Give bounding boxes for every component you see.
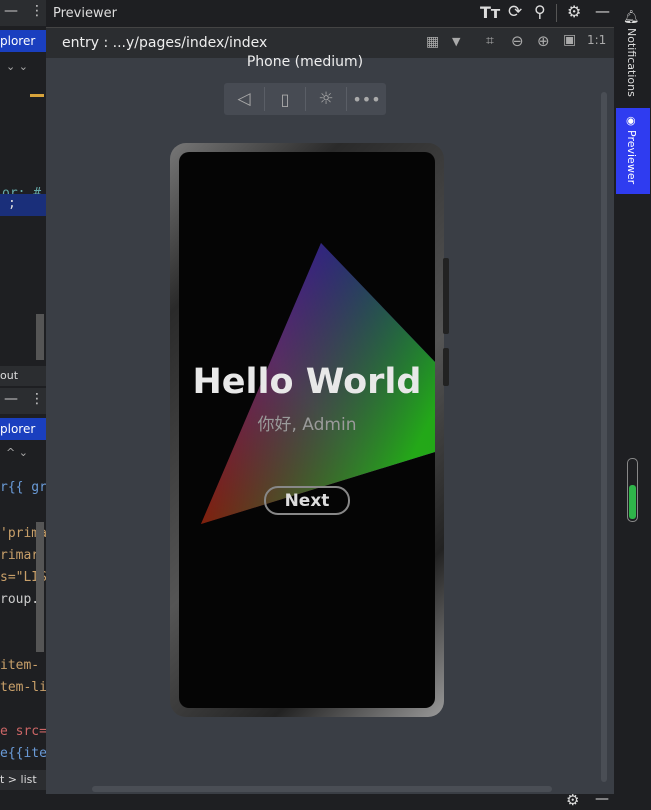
minimize-icon[interactable]: — bbox=[595, 791, 609, 807]
code-pane-top: ⌄ ⌄ or: # ; bbox=[0, 56, 46, 366]
nav-arrows[interactable]: ^ ⌄ bbox=[6, 446, 28, 459]
bottom-panel-bar: ⚙ — bbox=[46, 791, 614, 810]
left-panel-header: — ⋮ bbox=[0, 0, 46, 26]
phone-screen: Hello World 你好, Admin Next bbox=[179, 152, 435, 708]
code-pane-bottom: ^ ⌄ r{{ gro 'prima rimar s="LIS roup. it… bbox=[0, 444, 46, 784]
previewer-tab[interactable]: ◉ Previewer bbox=[616, 108, 650, 194]
minimize-icon[interactable]: — bbox=[4, 391, 18, 407]
selected-line: ; bbox=[0, 194, 46, 216]
tab-explorer-top[interactable]: plorer bbox=[0, 30, 46, 52]
code-line: r{{ gro bbox=[0, 480, 46, 495]
code-line: rimar bbox=[0, 548, 40, 563]
more-icon[interactable]: ⋮ bbox=[30, 3, 44, 19]
next-button[interactable]: Next bbox=[264, 486, 350, 515]
code-line: tem-li bbox=[0, 680, 46, 695]
scrollbar-thumb[interactable] bbox=[36, 314, 44, 360]
fold-controls[interactable]: ⌄ ⌄ bbox=[6, 60, 28, 73]
refresh-icon[interactable]: ⟳ bbox=[508, 2, 522, 22]
zoom-out-icon[interactable]: ⊖ bbox=[511, 32, 524, 50]
minimize-icon[interactable]: — bbox=[4, 3, 18, 19]
gear-icon[interactable]: ⚙ bbox=[566, 791, 579, 809]
breadcrumb: t > list bbox=[0, 770, 46, 790]
chevron-down-icon[interactable]: ▼ bbox=[452, 35, 460, 48]
rotate-device-icon[interactable]: ▯ bbox=[265, 83, 305, 115]
zoom-in-icon[interactable]: ⊕ bbox=[537, 32, 550, 50]
eye-icon: ◉ bbox=[626, 114, 636, 127]
previewer-tab-label: Previewer bbox=[625, 130, 638, 185]
fit-icon[interactable]: ▣ bbox=[563, 32, 576, 48]
left-editor-strip: — ⋮ plorer ⌄ ⌄ or: # ; out — ⋮ plorer ^ … bbox=[0, 0, 46, 810]
vertical-scrollbar[interactable] bbox=[601, 92, 607, 782]
more-icon[interactable]: ••• bbox=[347, 83, 386, 115]
code-line: roup. bbox=[0, 592, 40, 607]
divider bbox=[556, 4, 557, 22]
code-line: e{{ite bbox=[0, 746, 46, 761]
hello-heading: Hello World bbox=[192, 362, 422, 402]
previewer-title: Previewer bbox=[53, 6, 117, 21]
right-tool-strip: 🔔︎ Notifications ◉ Previewer bbox=[614, 0, 651, 810]
notifications-label: Notifications bbox=[625, 28, 638, 97]
brightness-icon[interactable]: ☼ bbox=[306, 83, 346, 115]
greeting-subheading: 你好, Admin bbox=[257, 415, 357, 435]
actual-size-icon[interactable]: 1:1 bbox=[587, 33, 606, 47]
tab-explorer-bottom[interactable]: plorer bbox=[0, 418, 46, 440]
scrollbar-thumb[interactable] bbox=[36, 522, 44, 652]
tab-label: plorer bbox=[0, 422, 36, 436]
section-label: out bbox=[0, 366, 46, 386]
left-panel-header-2: — ⋮ bbox=[0, 388, 46, 414]
highlight-marker bbox=[30, 94, 44, 97]
power-button bbox=[443, 258, 449, 334]
previewer-title-bar: Previewer Tт ⟳ ⚲ ⚙ — bbox=[46, 0, 614, 28]
notifications-tab[interactable]: 🔔︎ Notifications bbox=[614, 8, 651, 98]
grid-icon[interactable]: ▦ bbox=[426, 34, 439, 50]
gear-icon[interactable]: ⚙ bbox=[567, 2, 581, 21]
volume-button bbox=[443, 348, 449, 386]
code-line: ; bbox=[8, 196, 16, 211]
crop-icon[interactable]: ⌗ bbox=[486, 33, 494, 49]
code-line: e src= bbox=[0, 724, 46, 739]
tab-label: plorer bbox=[0, 34, 36, 48]
code-line: item- bbox=[0, 658, 40, 673]
inspector-icon[interactable]: ⚲ bbox=[534, 2, 546, 21]
memory-indicator[interactable] bbox=[627, 458, 638, 522]
device-controls: ◁ ▯ ☼ ••• bbox=[224, 83, 386, 115]
device-label: Phone (medium) bbox=[246, 54, 364, 70]
bell-icon: 🔔︎ bbox=[623, 10, 640, 25]
memory-level bbox=[629, 485, 636, 519]
more-icon[interactable]: ⋮ bbox=[30, 391, 44, 407]
page-path: entry : ...y/pages/index/index bbox=[62, 35, 268, 51]
horizontal-scrollbar[interactable] bbox=[92, 786, 552, 792]
minimize-icon[interactable]: — bbox=[595, 2, 610, 20]
back-icon[interactable]: ◁ bbox=[224, 83, 264, 115]
font-size-icon[interactable]: Tт bbox=[480, 3, 500, 22]
